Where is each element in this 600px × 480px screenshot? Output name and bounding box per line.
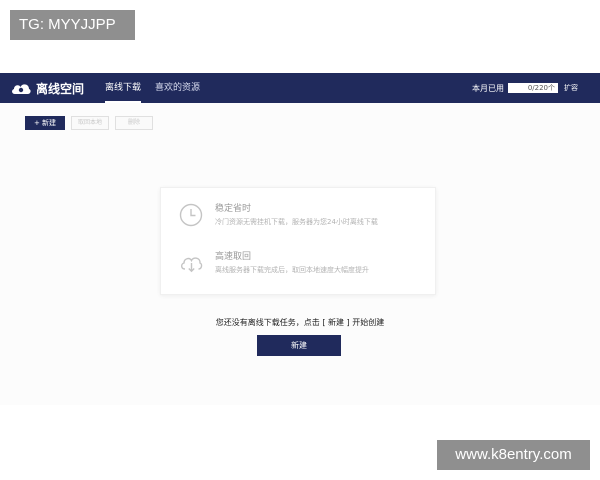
cloud-download-icon — [180, 257, 203, 273]
retrieve-local-button[interactable]: 取回本地 — [71, 116, 109, 130]
tab-offline-download[interactable]: 离线下载 — [98, 73, 148, 103]
cloud-logo-icon — [12, 84, 31, 94]
brand[interactable]: 离线空间 — [10, 80, 98, 97]
watermark-top: TG: MYYJJPP — [10, 10, 135, 40]
feature-desc: 冷门资源无需挂机下载，服务器为您24小时离线下载 — [215, 218, 378, 226]
quota-label: 本月已用 — [472, 83, 504, 93]
create-task-button[interactable]: 新建 — [257, 335, 341, 356]
feature-fast: 高速取回 离线服务器下载完成后，取回本地速度大幅度提升 — [179, 251, 369, 276]
feature-title: 稳定省时 — [215, 204, 252, 214]
watermark-bottom: www.k8entry.com — [437, 440, 590, 470]
clock-icon — [179, 203, 203, 227]
quota-area: 本月已用 0/220个 扩容 — [472, 73, 578, 103]
brand-name: 离线空间 — [36, 81, 85, 96]
feature-info-card: 稳定省时 冷门资源无需挂机下载，服务器为您24小时离线下载 高速取回 离线服务器… — [160, 187, 436, 295]
quota-usage-bar: 0/220个 — [508, 83, 558, 93]
delete-button[interactable]: 删除 — [115, 116, 153, 130]
feature-title: 高速取回 — [215, 252, 252, 262]
empty-state-message: 您还没有离线下载任务，点击 [ 新建 ] 开始创建 — [215, 318, 385, 327]
expand-link[interactable]: 扩容 — [564, 83, 578, 93]
feature-desc: 离线服务器下载完成后，取回本地速度大幅度提升 — [215, 266, 369, 274]
feature-stable: 稳定省时 冷门资源无需挂机下载，服务器为您24小时离线下载 — [179, 203, 378, 228]
tab-favorite-resources[interactable]: 喜欢的资源 — [148, 73, 207, 103]
new-task-button[interactable]: + 新建 — [25, 116, 65, 130]
top-navbar: 离线空间 离线下载 喜欢的资源 本月已用 0/220个 扩容 — [0, 73, 600, 103]
toolbar: + 新建 取回本地 删除 — [25, 116, 153, 130]
